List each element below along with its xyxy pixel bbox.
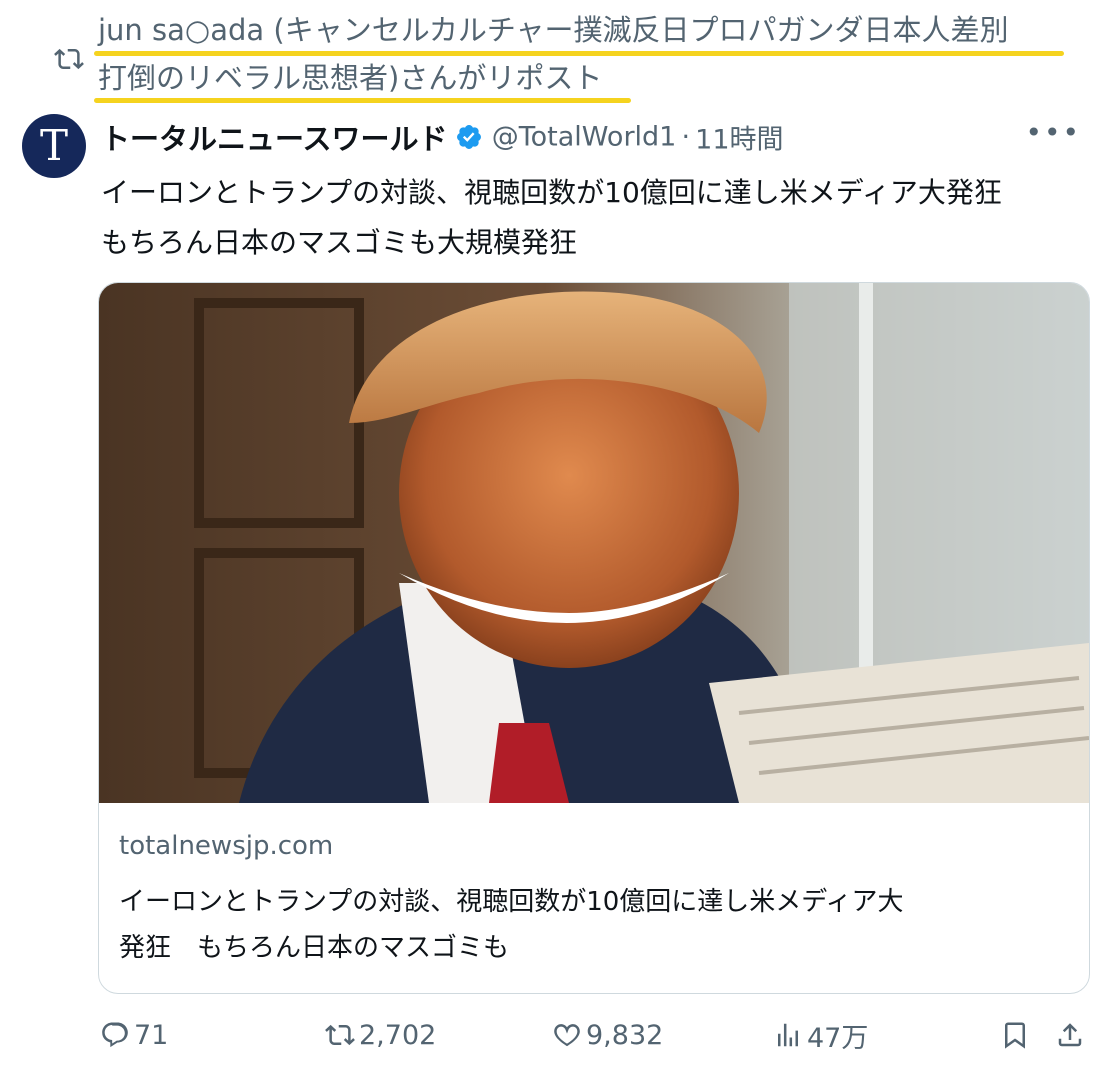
views-icon (778, 1023, 798, 1047)
tweet-text-line1: イーロンとトランプの対談、視聴回数が10億回に達し米メディア大発狂 (101, 176, 1002, 209)
repost-icon (325, 1024, 355, 1046)
tweet-text-line2: もちろん日本のマスゴミも大規模発狂 (101, 226, 578, 259)
verified-badge-icon[interactable] (455, 123, 483, 151)
repost-button[interactable]: 2,702 (325, 1010, 436, 1060)
repost-text-line1[interactable]: jun sa○ada (キャンセルカルチャー撲滅反日プロパガンダ日本人差別 (98, 12, 1009, 48)
separator-dot: · (681, 121, 691, 153)
repost-count: 2,702 (359, 1019, 437, 1051)
action-bar: 71 2,702 9,832 47万 (0, 1010, 1112, 1060)
bookmark-icon (1005, 1022, 1025, 1049)
avatar[interactable]: T (22, 114, 86, 178)
reply-button[interactable]: 71 (100, 1010, 168, 1060)
link-card[interactable]: totalnewsjp.com イーロンとトランプの対談、視聴回数が10億回に達… (98, 282, 1090, 994)
card-title[interactable]: イーロンとトランプの対談、視聴回数が10億回に達し米メディア大 発狂 もちろん日… (119, 879, 904, 971)
highlight-underline (94, 98, 631, 103)
card-title-line2: 発狂 もちろん日本のマスゴミも (119, 933, 510, 963)
tweet-text: イーロンとトランプの対談、視聴回数が10億回に達し米メディア大発狂 もちろん日本… (101, 168, 1002, 268)
card-image[interactable] (99, 283, 1089, 803)
handle[interactable]: @TotalWorld1 (492, 122, 677, 153)
repost-text-line2[interactable]: 打倒のリベラル思想者)さんがリポスト (98, 60, 602, 96)
display-name[interactable]: トータルニュースワールド (101, 122, 448, 156)
card-domain[interactable]: totalnewsjp.com (119, 831, 333, 861)
views-count: 47万 (807, 1022, 869, 1054)
bookmark-button[interactable] (1000, 1010, 1034, 1060)
repost-banner[interactable]: jun sa○ada (キャンセルカルチャー撲滅反日プロパガンダ日本人差別 打倒… (0, 0, 1112, 112)
share-button[interactable] (1055, 1010, 1089, 1060)
like-button[interactable]: 9,832 (552, 1010, 663, 1060)
card-title-line1: イーロンとトランプの対談、視聴回数が10億回に達し米メディア大 (119, 887, 904, 917)
like-count: 9,832 (586, 1019, 664, 1051)
repost-icon (54, 48, 84, 70)
like-icon (554, 1024, 580, 1047)
highlight-underline (94, 51, 1064, 56)
share-icon (1058, 1023, 1082, 1047)
timestamp[interactable]: 11時間 (695, 125, 783, 156)
tweet-header: トータルニュースワールド @TotalWorld1 · 11時間 ••• (101, 116, 1081, 156)
reply-icon (102, 1022, 128, 1048)
views-button[interactable]: 47万 (773, 1010, 868, 1060)
reply-count: 71 (134, 1019, 169, 1051)
more-icon[interactable]: ••• (1025, 116, 1081, 149)
